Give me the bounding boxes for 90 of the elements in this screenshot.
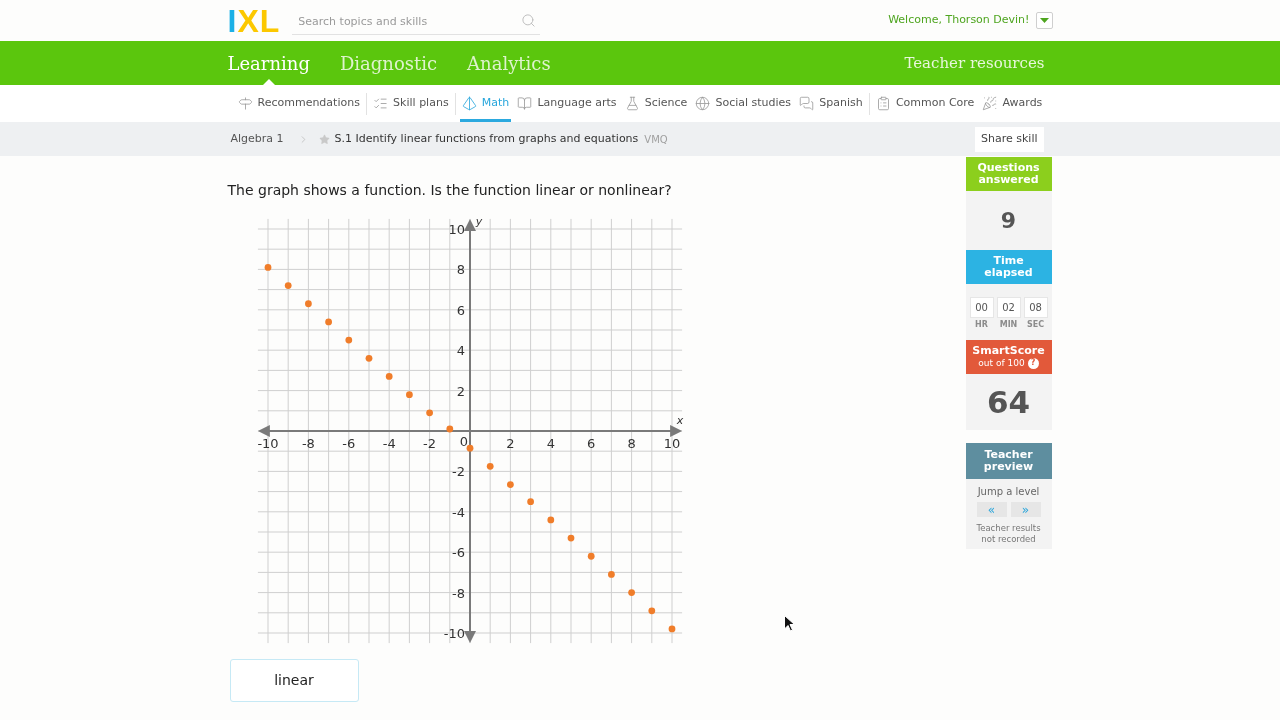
data-point: [526, 498, 534, 506]
teacher-preview-header: Teacher preview: [965, 443, 1052, 479]
course-link[interactable]: Algebra 1: [230, 130, 284, 148]
data-point: [264, 264, 271, 271]
questions-answered-value: 9: [1000, 207, 1017, 235]
data-point: [405, 391, 413, 399]
axis-tick-label: -10: [256, 436, 279, 451]
axis-label: y: [475, 215, 482, 228]
subject-tab[interactable]: Common Core: [873, 85, 977, 122]
axis-tick-label: 10: [447, 222, 465, 237]
data-point: [304, 300, 312, 308]
caret-icon: [1039, 18, 1049, 23]
axis-tick-label: -6: [451, 545, 465, 561]
subject-tab[interactable]: Spanish: [797, 85, 865, 122]
smartscore-subtitle: out of 100: [978, 357, 1025, 369]
time-value: 00: [969, 297, 994, 318]
time-unit-label: SEC: [1026, 320, 1045, 330]
axis-tick-label: 8: [456, 262, 465, 278]
axis-tick-label: -6: [341, 436, 355, 451]
jump-level-label: Jump a level: [977, 485, 1040, 499]
account-dropdown-button[interactable]: [1035, 12, 1053, 29]
data-point: [587, 552, 595, 560]
axis-tick-label: 10: [663, 436, 680, 451]
data-point: [486, 462, 494, 470]
answer-choice[interactable]: linear: [229, 659, 359, 702]
data-point: [284, 282, 292, 289]
data-point: [385, 373, 393, 380]
book-icon: [517, 96, 533, 111]
axis-tick-label: 4: [546, 436, 555, 451]
signpost-icon: [237, 96, 253, 111]
speech-bubbles-icon: [799, 96, 815, 111]
time-elapsed-header: Time elapsed: [965, 250, 1052, 284]
smartscore-title: SmartScore: [972, 345, 1045, 357]
axis-tick-label: 2: [505, 436, 515, 451]
time-value: 02: [996, 297, 1021, 318]
search-icon[interactable]: [521, 12, 537, 28]
question-text: The graph shows a function. Is the function linear or nonlinear?: [227, 181, 673, 200]
data-point: [506, 481, 514, 488]
axis-tick-label: -8: [451, 585, 465, 601]
data-point: [365, 354, 372, 362]
data-point: [445, 425, 453, 433]
subject-tab[interactable]: Skill plans: [371, 85, 451, 122]
axis-tick-label: -10: [443, 626, 465, 641]
star-icon[interactable]: [318, 133, 330, 145]
axis-tick-label: -2: [451, 464, 465, 480]
time-unit-label: HR: [975, 320, 988, 330]
data-point: [627, 589, 635, 596]
smartscore-value: 64: [986, 382, 1031, 422]
data-point: [567, 534, 574, 542]
data-point: [344, 336, 352, 344]
data-point: [668, 625, 675, 633]
axis-tick-label: 2: [456, 383, 465, 399]
time-value: 08: [1023, 297, 1048, 318]
data-point: [607, 571, 615, 578]
axis-tick-label: -4: [382, 436, 396, 451]
pyramid-icon: [461, 96, 477, 111]
skill-title: S.1 Identify linear functions from graphs and equations: [334, 130, 639, 147]
axis-tick-label: 6: [456, 302, 465, 318]
data-point: [466, 444, 473, 452]
axis-tick-label: 4: [456, 343, 465, 359]
axis-tick-label: -2: [422, 436, 436, 451]
axis-tick-label: 6: [586, 436, 595, 451]
flask-icon: [624, 96, 640, 111]
axis-tick-label: -4: [451, 504, 465, 520]
time-unit-label: MIN: [999, 320, 1018, 330]
data-point: [546, 516, 554, 524]
data-point: [647, 607, 655, 615]
axis-tick-label: -8: [301, 436, 315, 451]
checklist-icon: [373, 96, 389, 111]
subject-tab[interactable]: Language arts: [515, 85, 619, 122]
teacher-results-note: Teacher results not recorded: [975, 523, 1042, 545]
questions-answered-header: Questions answered: [965, 157, 1052, 191]
subject-tab[interactable]: Social studies: [693, 85, 794, 122]
subject-tab[interactable]: Awards: [980, 85, 1045, 122]
axis-tick-label: 8: [626, 436, 636, 451]
clipboard-icon: [875, 96, 891, 111]
share-skill-button[interactable]: Share skill: [975, 126, 1044, 152]
data-point: [324, 318, 332, 326]
data-point: [425, 409, 433, 417]
axis-label: x: [676, 414, 683, 427]
help-button[interactable]: ?: [1027, 357, 1039, 369]
search-field[interactable]: Search topics and skills: [292, 8, 541, 35]
globe-icon: [695, 96, 711, 111]
mouse-pointer-icon: [784, 615, 795, 632]
welcome-text: Welcome, Thorson Devin!: [888, 12, 1030, 29]
subject-tab[interactable]: Recommendations: [235, 85, 362, 122]
party-popper-icon: [982, 96, 998, 111]
skill-code: VMQ: [644, 132, 668, 147]
subject-tab[interactable]: Science: [622, 85, 690, 122]
axis-tick-label: 0: [459, 434, 468, 449]
